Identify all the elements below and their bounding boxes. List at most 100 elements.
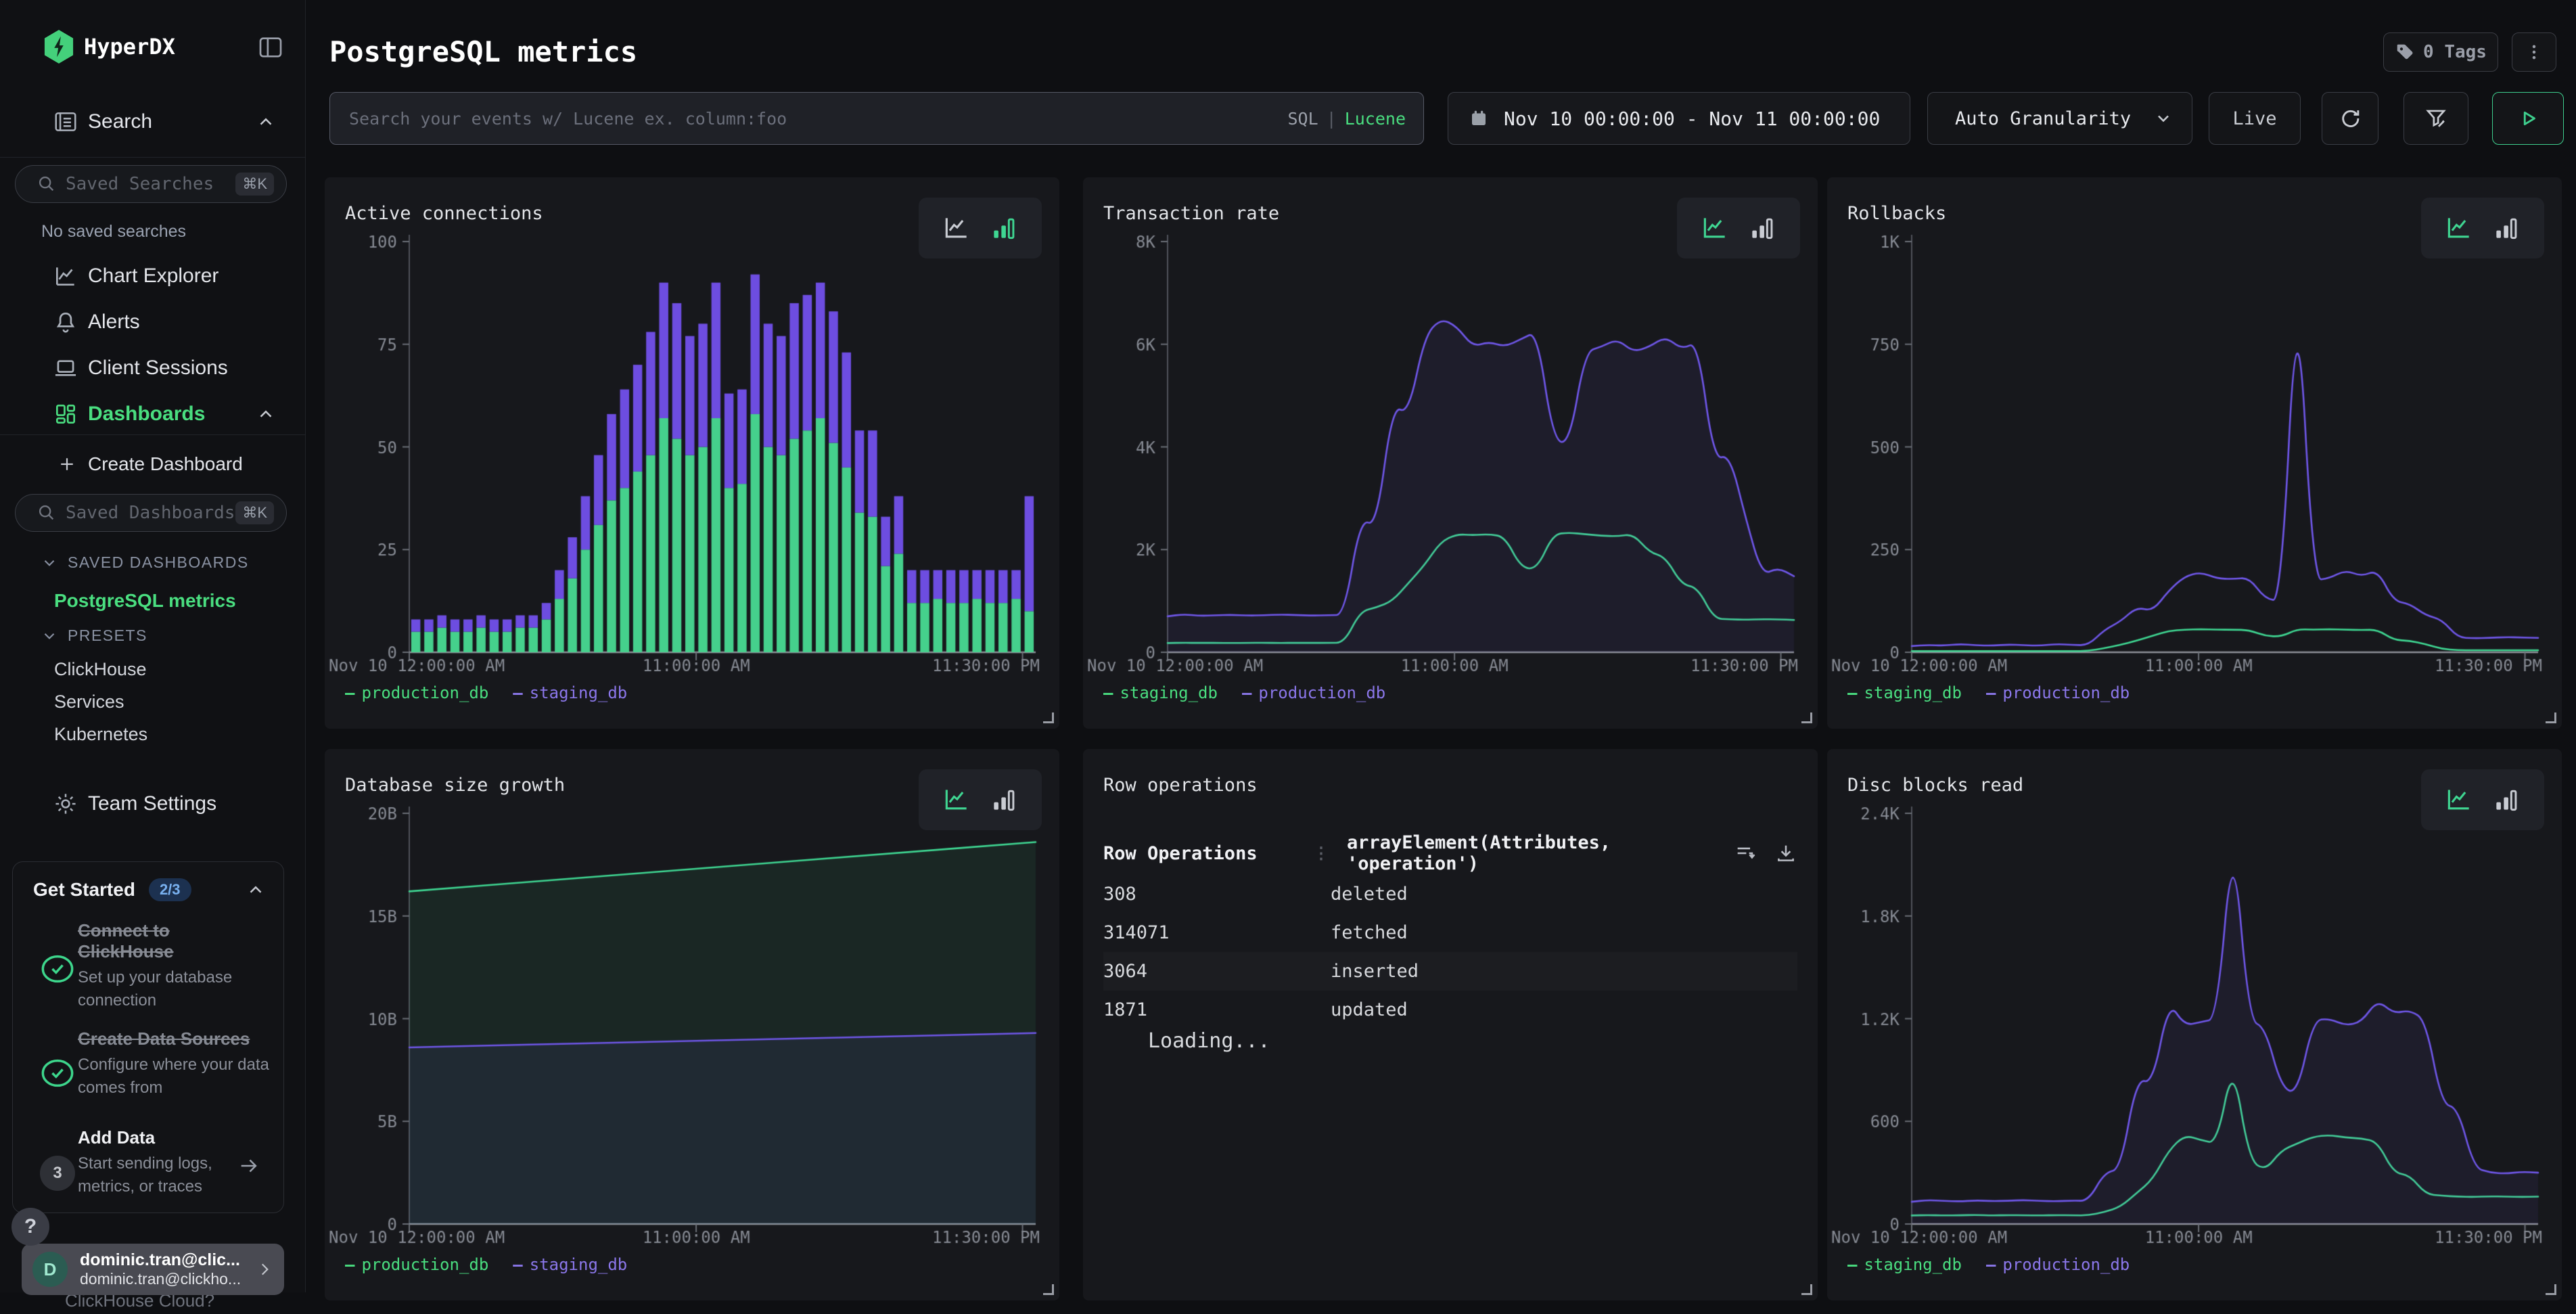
step-title: Add Data (78, 1127, 247, 1148)
refresh-icon (2337, 106, 2363, 131)
sidebar-item-label: Search (88, 110, 152, 133)
presets-section[interactable]: PRESETS (41, 627, 147, 645)
refresh-button[interactable] (2322, 92, 2378, 145)
legend-item[interactable]: —production_db (1986, 1255, 2130, 1274)
sidebar-item-label: Chart Explorer (88, 265, 218, 288)
sidebar-item-services[interactable]: Services (54, 692, 124, 712)
progress-badge: 2/3 (149, 878, 191, 901)
table-row[interactable]: 314071fetched (1103, 913, 1797, 952)
gear-icon (53, 791, 78, 817)
transaction-rate-chart[interactable] (1083, 231, 1818, 678)
panel-active-connections: Active connections —production_db —stagin… (325, 177, 1059, 729)
database-size-chart[interactable] (325, 803, 1059, 1250)
avatar: D (32, 1252, 68, 1287)
divider: | (1327, 109, 1337, 129)
sidebar-item-alerts[interactable]: Alerts (0, 302, 306, 342)
divider (0, 157, 306, 158)
legend-item[interactable]: —production_db (345, 1255, 488, 1274)
run-query-button[interactable] (2492, 92, 2564, 145)
legend-item[interactable]: —staging_db (1847, 1255, 1962, 1274)
filter-button[interactable] (2404, 92, 2468, 145)
sidebar-item-create-dashboard[interactable]: Create Dashboard (0, 444, 306, 484)
tags-button[interactable]: 0 Tags (2383, 32, 2498, 72)
date-range-picker[interactable]: Nov 10 00:00:00 - Nov 11 00:00:00 (1448, 92, 1910, 145)
disc-blocks-chart[interactable] (1827, 803, 2562, 1250)
column-drag-handle[interactable]: ⋮ (1313, 844, 1329, 863)
active-connections-chart[interactable] (325, 231, 1059, 678)
table-row[interactable]: 308deleted (1103, 875, 1797, 913)
filter-edit-icon (2423, 106, 2449, 131)
sidebar-item-search[interactable]: Search (0, 101, 306, 142)
resize-handle[interactable] (1043, 1284, 1054, 1295)
saved-dashboards-input[interactable]: Saved Dashboards ⌘K (15, 494, 287, 532)
bell-icon (53, 309, 78, 335)
lucene-toggle[interactable]: Lucene (1345, 109, 1406, 129)
panel-title: Active connections (345, 203, 543, 224)
live-button[interactable]: Live (2209, 92, 2301, 145)
chevron-up-icon (256, 112, 276, 132)
resize-handle[interactable] (1801, 712, 1812, 723)
get-started-item-sources[interactable]: Create Data Sources Configure where your… (33, 1028, 266, 1137)
granularity-select[interactable]: Auto Granularity (1927, 92, 2192, 145)
sidebar-item-chart-explorer[interactable]: Chart Explorer (0, 256, 306, 296)
help-button[interactable]: ? (12, 1208, 49, 1246)
app-title: HyperDX (84, 34, 175, 60)
panel-row-operations: Row operations Row Operations ⋮ arrayEle… (1083, 749, 1818, 1300)
panel-database-size-growth: Database size growth —production_db—stag… (325, 749, 1059, 1300)
resize-handle[interactable] (1801, 1284, 1812, 1295)
chart-legend: —staging_db —production_db (1847, 683, 2130, 702)
loading-indicator: Loading... (1148, 1029, 1270, 1053)
user-name: dominic.tran@clic... (80, 1250, 241, 1270)
hyperdx-logo-icon (43, 30, 74, 64)
step-desc: Start sending logs, metrics, or traces (78, 1152, 247, 1198)
tag-icon (2395, 42, 2415, 62)
sort-rows-icon[interactable] (1734, 842, 1757, 865)
sidebar-item-label: Alerts (88, 311, 140, 334)
resize-handle[interactable] (2546, 712, 2556, 723)
tags-label: 0 Tags (2423, 42, 2487, 62)
sidebar-item-team-settings[interactable]: Team Settings (0, 784, 306, 824)
search-input[interactable] (330, 109, 1287, 129)
sidebar-item-postgresql-metrics[interactable]: PostgreSQL metrics (54, 590, 236, 612)
sidebar-item-client-sessions[interactable]: Client Sessions (0, 348, 306, 388)
kbd-shortcut: ⌘K (235, 501, 274, 524)
get-started-header[interactable]: Get Started 2/3 (33, 878, 266, 901)
sidebar-collapse-icon[interactable] (256, 34, 285, 61)
sidebar-item-kubernetes[interactable]: Kubernetes (54, 724, 147, 745)
legend-item[interactable]: —production_db (1986, 683, 2130, 702)
sidebar-item-label: Client Sessions (88, 357, 228, 380)
search-section-icon (53, 109, 78, 135)
saved-dashboards-placeholder: Saved Dashboards (66, 503, 235, 523)
legend-item[interactable]: —staging_db (513, 683, 627, 702)
sidebar-item-clickhouse[interactable]: ClickHouse (54, 659, 147, 680)
saved-dashboards-section[interactable]: SAVED DASHBOARDS (41, 553, 249, 572)
dashboards-icon (53, 401, 78, 427)
check-circle-icon (40, 1056, 75, 1091)
resize-handle[interactable] (2546, 1284, 2556, 1295)
saved-searches-input[interactable]: Saved Searches ⌘K (15, 165, 287, 203)
step-title: Connect to ClickHouse (78, 920, 247, 962)
legend-item[interactable]: —production_db (345, 683, 488, 702)
get-started-item-add-data[interactable]: 3 Add Data Start sending logs, metrics, … (33, 1127, 266, 1215)
kebab-menu-icon (2524, 42, 2544, 62)
resize-handle[interactable] (1043, 712, 1054, 723)
panel-title: Transaction rate (1103, 203, 1279, 224)
saved-searches-placeholder: Saved Searches (66, 174, 214, 194)
sql-toggle[interactable]: SQL (1287, 109, 1318, 129)
sidebar-item-dashboards[interactable]: Dashboards (0, 394, 306, 434)
download-icon[interactable] (1774, 842, 1797, 865)
legend-item[interactable]: —staging_db (513, 1255, 627, 1274)
legend-item[interactable]: —staging_db (1847, 683, 1962, 702)
play-icon (2515, 106, 2541, 131)
step-desc: Set up your database connection (78, 966, 247, 1012)
rollbacks-chart[interactable] (1827, 231, 2562, 678)
table-row[interactable]: 3064inserted (1103, 952, 1797, 991)
legend-item[interactable]: —staging_db (1103, 683, 1218, 702)
table-row[interactable]: 1871updated (1103, 991, 1797, 1029)
table-body: 308deleted314071fetched3064inserted1871u… (1103, 875, 1797, 1029)
section-label: SAVED DASHBOARDS (68, 553, 249, 572)
legend-item[interactable]: —production_db (1242, 683, 1385, 702)
chevron-down-icon (41, 554, 58, 572)
more-options-button[interactable] (2512, 32, 2556, 72)
user-account-bar[interactable]: D dominic.tran@clic... dominic.tran@clic… (22, 1244, 284, 1295)
